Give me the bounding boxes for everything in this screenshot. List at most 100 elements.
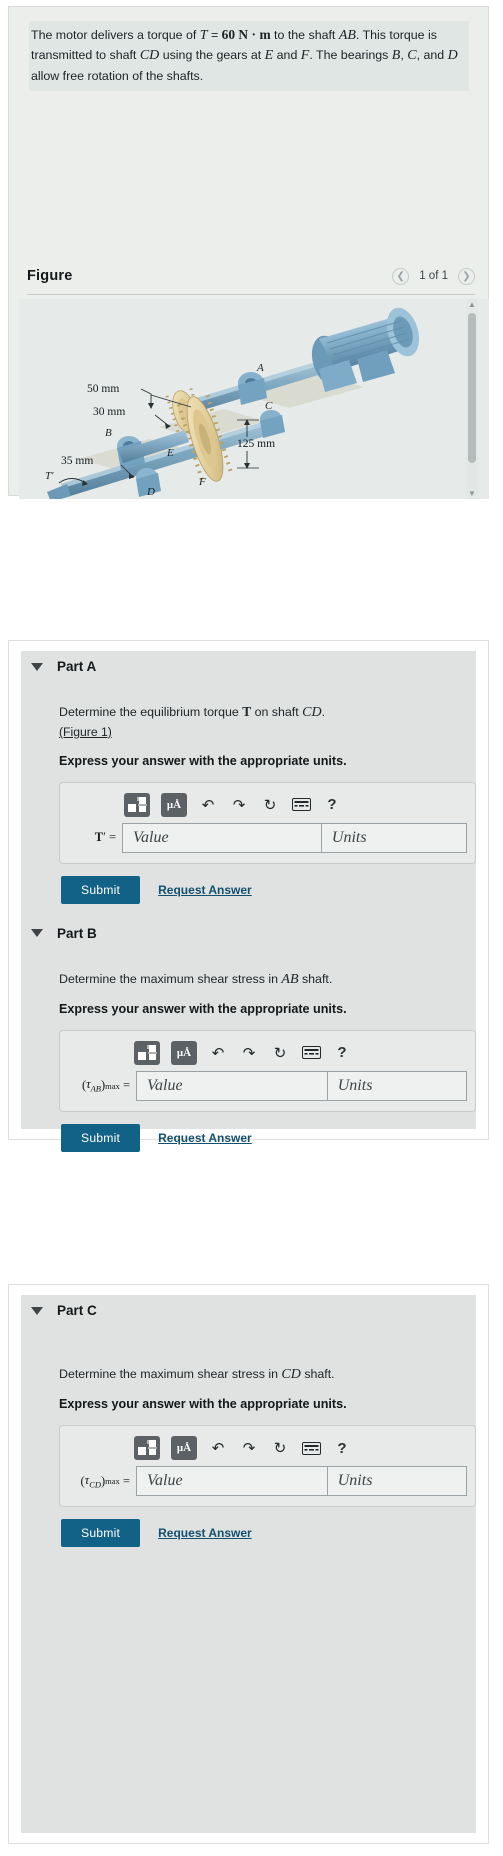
redo-arrow-icon[interactable]: ↷ (239, 1438, 259, 1458)
figure-next-button[interactable]: ❯ (458, 267, 475, 285)
part-b-submit-button[interactable]: Submit (61, 1123, 141, 1152)
part-b-header[interactable]: Part B (21, 918, 476, 947)
figure-header: Figure ❮ 1 of 1 ❯ (27, 259, 475, 293)
part-a-symbol: T ′ = (94, 830, 116, 845)
part-b-units-input[interactable]: Units (327, 1070, 467, 1101)
figure-label-B: B (105, 427, 112, 439)
figure-scrollbar[interactable]: ▲ ▼ (466, 299, 478, 499)
part-a-question-shaft: CD (302, 705, 322, 720)
part-c-actions: Submit Request Answer (59, 1519, 476, 1547)
part-c-card: Part C Determine the maximum shear stres… (8, 1284, 489, 1844)
part-a-answer-box: μÅ ↶ ↷ ↻ ? T ′ = Value Units (59, 781, 476, 864)
part-b-section: Part B Determine the maximum shear stres… (21, 918, 476, 1152)
part-c-instruction: Express your answer with the appropriate… (59, 1397, 347, 1411)
page-root: The motor delivers a torque of T = 60 N … (0, 0, 503, 1856)
math-template-icon[interactable] (124, 792, 150, 817)
figure-scrollbar-thumb[interactable] (468, 313, 476, 463)
figure-label-F: F (198, 476, 206, 488)
figure-title: Figure (27, 268, 73, 284)
part-b-symbol: (τAB) max = (81, 1077, 130, 1094)
scroll-up-arrow[interactable]: ▲ (468, 300, 476, 309)
figure-label-D: D (146, 486, 155, 498)
keyboard-icon[interactable] (301, 1043, 321, 1063)
question-mark-icon[interactable]: ? (322, 795, 342, 815)
figure-label-A: A (256, 362, 264, 374)
figure-image[interactable]: A C F B D T′ 50 mm 30 mm E 35 mm 125 mm (19, 299, 489, 499)
part-c-input-row: (τCD) max = Value Units (68, 1466, 467, 1496)
caret-down-icon[interactable] (31, 929, 43, 938)
micro-angstrom-units-icon[interactable]: μÅ (171, 1436, 197, 1460)
part-a-value-input[interactable]: Value (122, 822, 322, 853)
mechanism-diagram: A C F B D T′ 50 mm 30 mm E 35 mm 125 mm (45, 307, 420, 499)
part-c-value-input[interactable]: Value (136, 1466, 328, 1496)
part-b-value-input[interactable]: Value (136, 1070, 328, 1101)
part-a-question-tail: on shaft (251, 705, 303, 719)
redo-arrow-icon[interactable]: ↷ (239, 1043, 259, 1063)
micro-angstrom-units-icon[interactable]: μÅ (171, 1040, 197, 1065)
redo-arrow-icon[interactable]: ↷ (229, 795, 249, 815)
part-a-question-symbol: T (242, 704, 252, 719)
scroll-down-arrow[interactable]: ▼ (468, 489, 476, 498)
figure-label-C: C (265, 400, 273, 412)
micro-angstrom-units-icon[interactable]: μÅ (161, 792, 187, 817)
figure-label-125mm: 125 mm (237, 438, 275, 450)
undo-arrow-icon[interactable]: ↶ (208, 1043, 228, 1063)
reset-circular-arrow-icon[interactable]: ↻ (260, 795, 280, 815)
part-c-symbol: (τCD) max = (80, 1472, 130, 1490)
part-a-instruction: Express your answer with the appropriate… (59, 753, 347, 768)
caret-down-icon[interactable] (31, 1306, 43, 1315)
part-c-question: Determine the maximum shear stress in CD… (59, 1364, 476, 1385)
part-a-question: Determine the equilibrium torque T on sh… (59, 702, 476, 742)
keyboard-icon[interactable] (301, 1438, 321, 1458)
part-a-actions: Submit Request Answer (59, 875, 476, 904)
part-a-units-input[interactable]: Units (321, 822, 467, 853)
part-b-request-answer-link[interactable]: Request Answer (158, 1131, 252, 1145)
figure-divider (27, 294, 475, 295)
reset-circular-arrow-icon[interactable]: ↻ (270, 1043, 290, 1063)
parts-ab-card: Part A Determine the equilibrium torque … (8, 640, 489, 1152)
math-template-icon[interactable] (134, 1040, 160, 1065)
reset-circular-arrow-icon[interactable]: ↻ (270, 1438, 290, 1458)
figure-label-35mm: 35 mm (61, 455, 93, 467)
question-mark-icon[interactable]: ? (332, 1438, 352, 1458)
part-b-question-text: Determine the maximum shear stress in (59, 971, 282, 986)
units-icon-label: μÅ (166, 798, 182, 811)
caret-down-icon[interactable] (31, 662, 43, 671)
part-a-header[interactable]: Part A (21, 651, 476, 680)
undo-arrow-icon[interactable]: ↶ (208, 1438, 228, 1458)
part-c-header[interactable]: Part C (21, 1295, 476, 1324)
problem-statement: The motor delivers a torque of T = 60 N … (29, 21, 469, 91)
part-c-submit-button[interactable]: Submit (61, 1519, 141, 1547)
part-c-request-answer-link[interactable]: Request Answer (158, 1526, 252, 1540)
figure-1-link[interactable]: (Figure 1) (59, 725, 112, 739)
math-template-icon[interactable] (134, 1436, 160, 1460)
part-a-question-end: . (321, 705, 326, 719)
figure-label-30mm: 30 mm (93, 406, 125, 418)
figure-label-50mm: 50 mm (87, 383, 119, 395)
part-c-question-shaft: CD (281, 1367, 301, 1382)
part-c-toolbar: μÅ ↶ ↷ ↻ ? (68, 1434, 467, 1466)
part-a-section: Part A Determine the equilibrium torque … (21, 651, 476, 904)
undo-arrow-icon[interactable]: ↶ (198, 795, 218, 815)
part-c-question-end: shaft. (300, 1367, 335, 1381)
bearing-C (260, 410, 285, 438)
figure-label-T: T′ (45, 470, 54, 482)
figure-label-E: E (166, 447, 174, 459)
part-c-answer-box: μÅ ↶ ↷ ↻ ? (τCD) max = Value Units (59, 1425, 476, 1507)
part-b-question-end: shaft. (298, 971, 333, 986)
figure-prev-button[interactable]: ❮ (392, 267, 410, 285)
part-c-units-input[interactable]: Units (327, 1466, 467, 1496)
part-c-question-text: Determine the maximum shear stress in (59, 1367, 282, 1381)
part-a-toolbar: μÅ ↶ ↷ ↻ ? (68, 791, 467, 823)
keyboard-icon[interactable] (291, 795, 311, 815)
part-a-input-row: T ′ = Value Units (68, 822, 467, 853)
problem-figure-card: The motor delivers a torque of T = 60 N … (8, 6, 489, 499)
question-mark-icon[interactable]: ? (332, 1043, 352, 1063)
part-a-question-text: Determine the equilibrium torque (59, 705, 243, 719)
part-b-actions: Submit Request Answer (59, 1123, 476, 1152)
part-b-label: Part B (57, 925, 97, 941)
part-b-instruction: Express your answer with the appropriate… (59, 1001, 347, 1016)
part-a-request-answer-link[interactable]: Request Answer (158, 883, 252, 897)
part-a-submit-button[interactable]: Submit (61, 875, 141, 904)
part-b-input-row: (τAB) max = Value Units (68, 1070, 467, 1101)
